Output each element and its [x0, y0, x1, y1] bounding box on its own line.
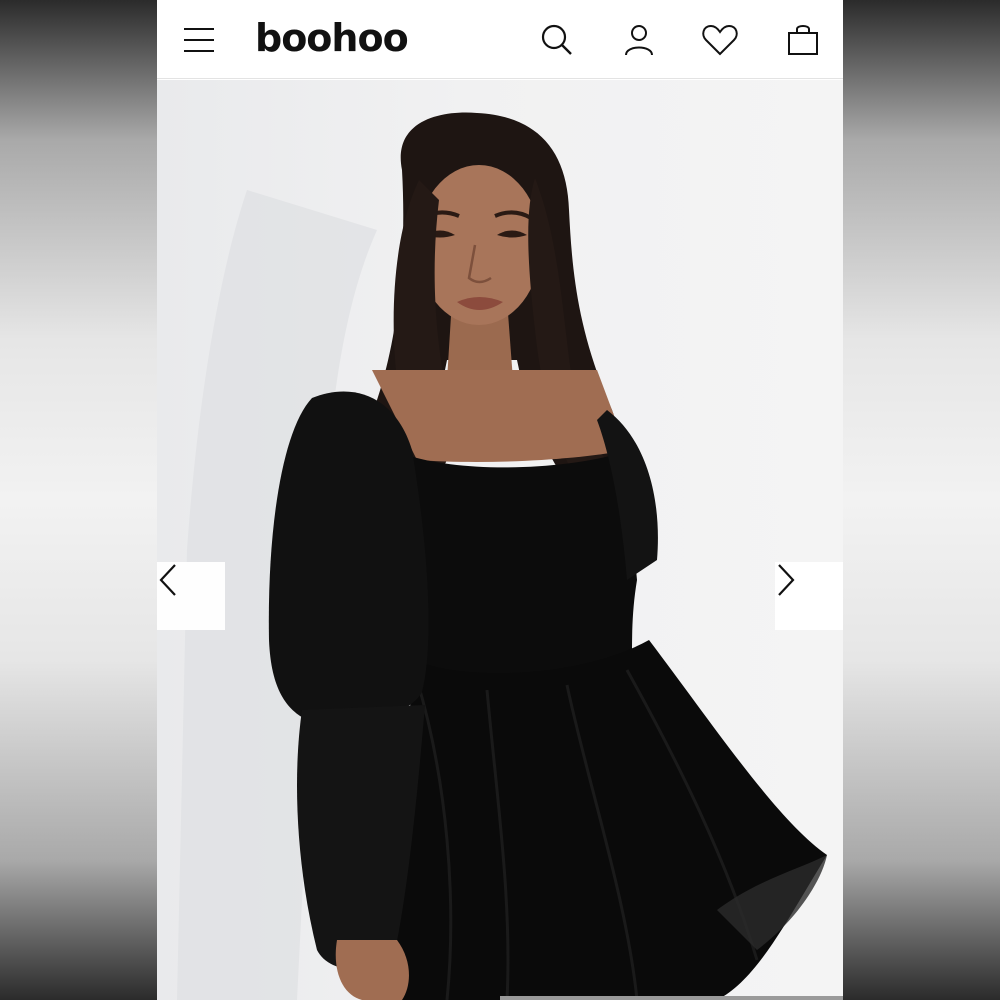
previous-image-button[interactable]: [157, 562, 225, 630]
gallery-progress-track: [157, 996, 843, 1000]
right-backdrop: [843, 0, 1000, 1000]
heart-icon: [702, 24, 738, 56]
chevron-left-icon: [159, 564, 176, 596]
next-image-button[interactable]: [775, 562, 843, 630]
account-icon: [625, 25, 653, 56]
left-backdrop: [0, 0, 157, 1000]
product-image[interactable]: [157, 80, 843, 1000]
menu-icon: [184, 28, 214, 52]
search-icon: [541, 24, 572, 55]
chevron-right-icon: [778, 564, 795, 596]
shopping-bag-icon: [788, 25, 818, 55]
mobile-page: boohoo: [157, 0, 843, 1000]
menu-button[interactable]: [179, 20, 219, 60]
site-header: boohoo: [157, 0, 843, 79]
model-illustration: [177, 112, 827, 1000]
search-button[interactable]: [537, 20, 577, 60]
brand-logo[interactable]: boohoo: [255, 14, 409, 62]
wishlist-button[interactable]: [700, 20, 740, 60]
bag-button[interactable]: [783, 20, 823, 60]
account-button[interactable]: [619, 20, 659, 60]
gallery-progress-fill: [500, 996, 843, 1000]
